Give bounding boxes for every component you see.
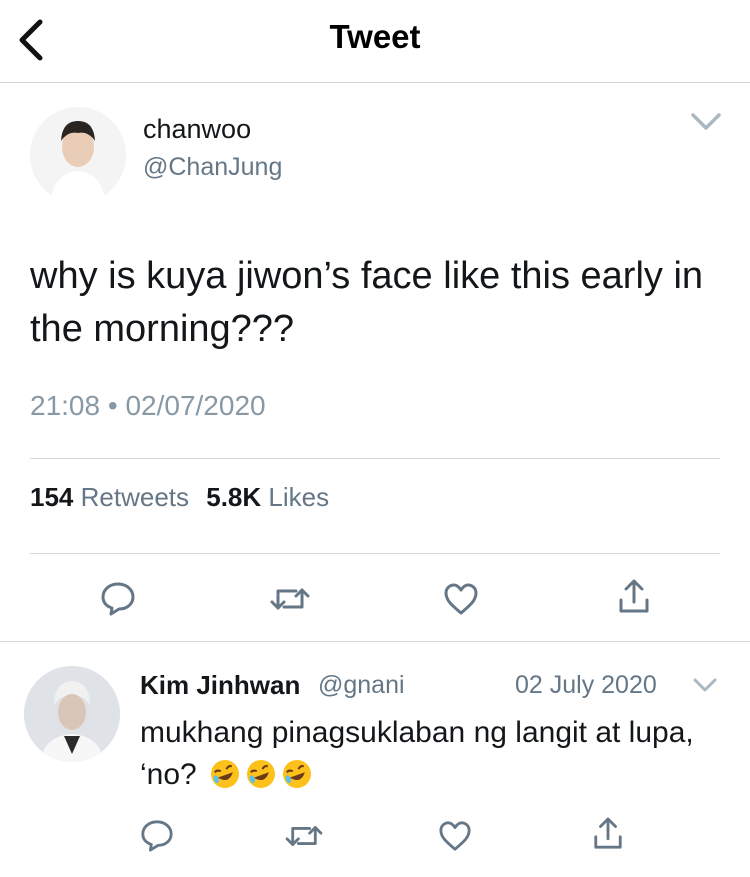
- header-bar: Tweet: [0, 0, 750, 83]
- retweet-icon[interactable]: [285, 820, 323, 852]
- tweet-stats: 154 Retweets 5.8K Likes: [30, 482, 329, 513]
- likes-count: 5.8K: [206, 482, 262, 512]
- tweet-timestamp: 21:08 • 02/07/2020: [30, 390, 266, 422]
- reply-icon[interactable]: [100, 580, 136, 616]
- share-icon[interactable]: [617, 578, 651, 616]
- tweet-date: 02/07/2020: [125, 390, 266, 421]
- share-icon[interactable]: [592, 816, 624, 852]
- divider: [30, 553, 720, 554]
- author-avatar[interactable]: [30, 107, 126, 203]
- rofl-emoji-icon: [209, 758, 241, 802]
- reply-date: 02 July 2020: [515, 671, 657, 699]
- tweet-time: 21:08: [30, 390, 101, 421]
- author-name[interactable]: chanwoo: [143, 114, 251, 145]
- like-icon[interactable]: [438, 820, 472, 852]
- retweets-label: Retweets: [80, 482, 190, 512]
- likes-stat[interactable]: 5.8K Likes: [206, 482, 329, 512]
- reply-author-avatar[interactable]: [24, 666, 120, 762]
- retweets-count: 154: [30, 482, 74, 512]
- divider: [0, 641, 750, 642]
- tweet-text: why is kuya jiwon’s face like this early…: [30, 255, 704, 350]
- chevron-down-icon[interactable]: [690, 112, 722, 132]
- reply-author-handle[interactable]: @gnani: [318, 671, 405, 700]
- retweets-stat[interactable]: 154 Retweets: [30, 482, 189, 512]
- rofl-emoji-icon: [245, 758, 277, 802]
- chevron-down-icon[interactable]: [692, 677, 718, 695]
- author-handle[interactable]: @ChanJung: [143, 153, 282, 182]
- reply-author-name[interactable]: Kim Jinhwan: [140, 670, 300, 701]
- divider: [30, 458, 720, 459]
- rofl-emoji-icon: [281, 758, 313, 802]
- reply-text: mukhang pinagsuklaban ng langit at lupa,…: [140, 712, 700, 802]
- reply-icon[interactable]: [140, 818, 174, 852]
- likes-label: Likes: [268, 482, 330, 512]
- like-icon[interactable]: [443, 582, 479, 616]
- retweet-icon[interactable]: [270, 582, 310, 616]
- timestamp-separator: •: [107, 390, 118, 421]
- page-title: Tweet: [329, 18, 421, 55]
